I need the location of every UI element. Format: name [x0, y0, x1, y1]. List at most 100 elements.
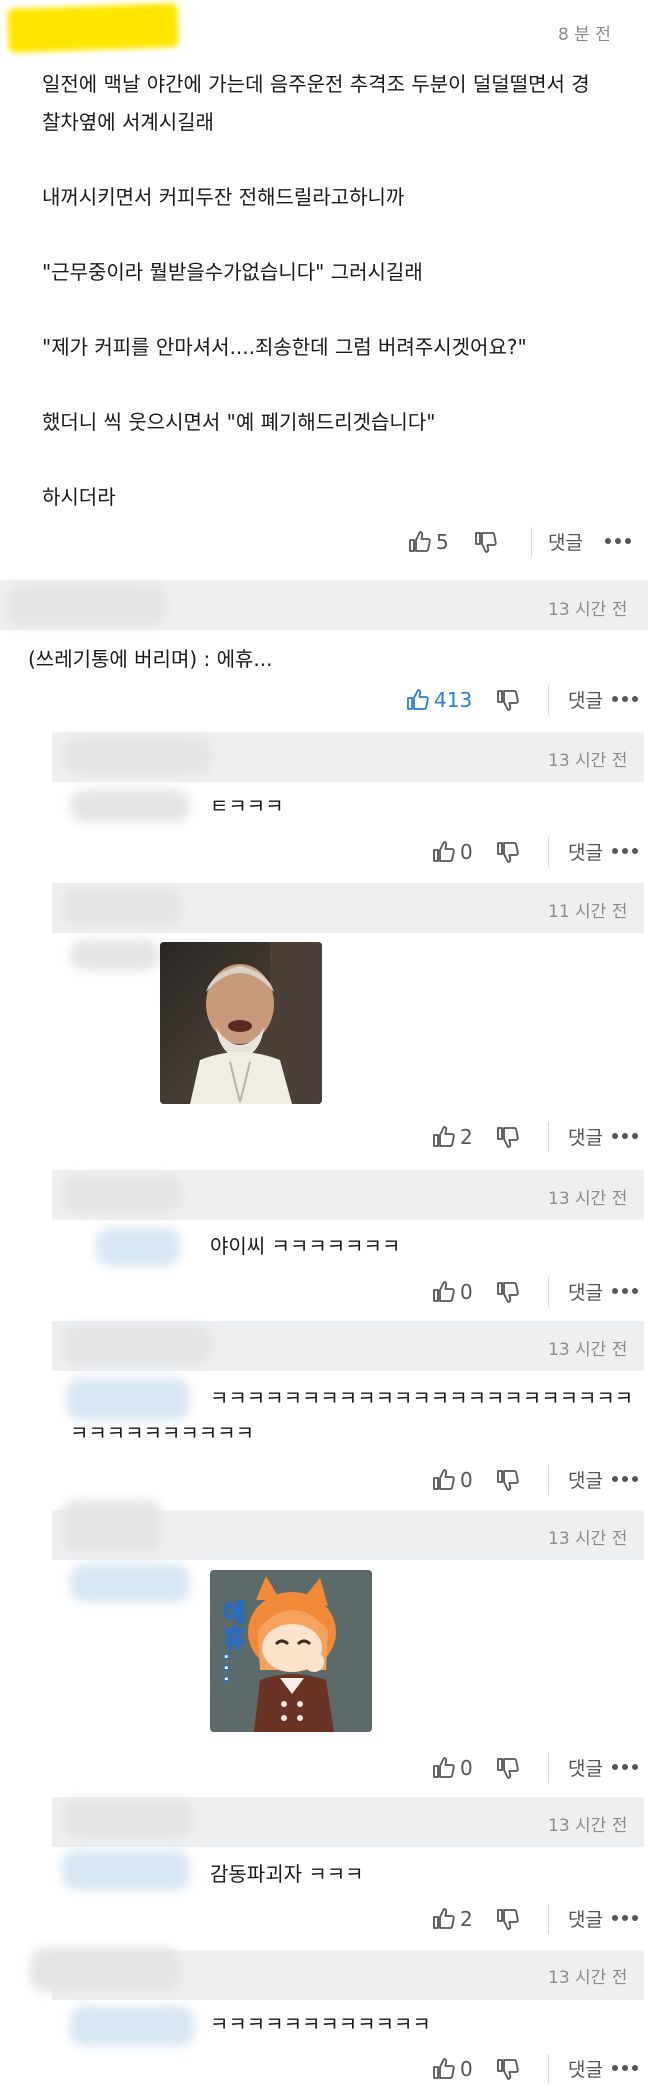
reply-timestamp: 11 시간 전 — [548, 902, 628, 922]
reply-timestamp: 13 시간 전 — [548, 1968, 628, 1988]
reply-button[interactable]: 댓글 — [548, 528, 583, 555]
thumbs-up-icon — [432, 2057, 456, 2081]
like-count: 0 — [460, 840, 473, 864]
comment-text-line: "근무중이라 뭘받을수가없습니다" 그러시길래 — [42, 260, 423, 284]
reply-actions: 2 댓글 — [0, 1120, 658, 1154]
like-button[interactable]: 2 — [432, 1902, 473, 1936]
like-button[interactable]: 413 — [406, 683, 472, 717]
like-count: 0 — [460, 1756, 473, 1780]
username-blurred — [62, 889, 182, 925]
like-button[interactable]: 5 — [408, 525, 449, 559]
more-dots-icon[interactable] — [612, 1476, 638, 1482]
reply-actions: 0 댓글 — [0, 835, 658, 869]
reply-text: 감동파괴자 ㅋㅋㅋ — [210, 1862, 364, 1886]
divider — [548, 837, 549, 867]
like-button[interactable]: 0 — [432, 1463, 473, 1497]
sticker-text: 에휴... — [217, 1599, 247, 1686]
more-dots-icon[interactable] — [612, 848, 638, 854]
thumbs-up-icon — [408, 530, 432, 554]
thumbs-up-icon — [432, 1468, 456, 1492]
thumbs-down-icon — [496, 1125, 520, 1149]
dislike-button[interactable] — [496, 1751, 520, 1785]
reply-actions: 0 댓글 — [0, 2052, 658, 2086]
divider — [548, 1904, 549, 1934]
avatar-blurred — [66, 1378, 190, 1420]
comment-actions: 5 댓글 — [0, 525, 658, 559]
more-dots-icon[interactable] — [612, 1288, 638, 1294]
reply-button[interactable]: 댓글 — [568, 1278, 603, 1305]
dislike-button[interactable] — [496, 835, 520, 869]
like-count: 2 — [460, 1907, 473, 1931]
comment-text-line: 하시더라 — [42, 485, 116, 509]
thumbs-up-icon — [432, 1907, 456, 1931]
dislike-button[interactable] — [496, 2052, 520, 2086]
thumbs-down-icon — [474, 530, 498, 554]
laughing-old-man-photo — [160, 942, 322, 1104]
divider — [531, 527, 532, 557]
username-blurred — [62, 1176, 182, 1212]
dislike-button[interactable] — [496, 1120, 520, 1154]
dislike-button[interactable] — [496, 1902, 520, 1936]
more-dots-icon[interactable] — [612, 1764, 638, 1770]
reply-button[interactable]: 댓글 — [568, 1754, 603, 1781]
thumbs-up-icon — [432, 1280, 456, 1304]
dislike-button[interactable] — [496, 1463, 520, 1497]
divider — [548, 2054, 549, 2084]
more-dots-icon[interactable] — [612, 1915, 638, 1921]
reply-button[interactable]: 댓글 — [568, 1466, 603, 1493]
more-dots-icon[interactable] — [612, 1133, 638, 1139]
avatar-blurred — [62, 1850, 190, 1890]
reply-text: 야이씨 ㅋㅋㅋㅋㅋㅋㅋ — [210, 1234, 401, 1258]
reply-button[interactable]: 댓글 — [568, 686, 603, 713]
like-button[interactable]: 0 — [432, 1275, 473, 1309]
reply-actions: 2 댓글 — [0, 1902, 658, 1936]
more-dots-icon[interactable] — [605, 538, 631, 544]
comment-text-line: 일전에 맥날 야간에 가는데 음주운전 추격조 두분이 덜덜떨면서 경 — [42, 72, 590, 96]
avatar-blurred — [96, 1228, 180, 1266]
username-blurred — [62, 1325, 212, 1365]
comment-text: (쓰레기통에 버리며) : 에휴... — [28, 647, 273, 671]
avatar-blurred — [70, 1564, 190, 1602]
avatar-blurred — [70, 790, 190, 822]
like-button[interactable]: 2 — [432, 1120, 473, 1154]
username-blurred — [30, 1948, 180, 1992]
reply-button[interactable]: 댓글 — [568, 2055, 603, 2082]
comment-timestamp: 13 시간 전 — [548, 600, 628, 620]
like-button[interactable]: 0 — [432, 2052, 473, 2086]
like-button[interactable]: 0 — [432, 1751, 473, 1785]
avatar-blurred — [70, 940, 160, 970]
thumbs-down-icon — [496, 1280, 520, 1304]
dislike-button[interactable] — [496, 1275, 520, 1309]
reply-actions: 0 댓글 — [0, 1751, 658, 1785]
thumbs-up-icon — [432, 1125, 456, 1149]
comment-text-line: 내꺼시키면서 커피두잔 전해드릴라고하니까 — [42, 185, 405, 209]
reply-button[interactable]: 댓글 — [568, 1905, 603, 1932]
dislike-button[interactable] — [496, 683, 520, 717]
fox-girl-sticker: 에휴... — [210, 1570, 372, 1732]
dislike-button[interactable] — [474, 525, 498, 559]
thumbs-down-icon — [496, 1907, 520, 1931]
reply-timestamp: 13 시간 전 — [548, 1189, 628, 1209]
like-count: 0 — [460, 2057, 473, 2081]
reply-actions: 0 댓글 — [0, 1275, 658, 1309]
thumbs-down-icon — [496, 1756, 520, 1780]
thumbs-up-icon — [432, 840, 456, 864]
reply-button[interactable]: 댓글 — [568, 1123, 603, 1150]
more-dots-icon[interactable] — [612, 696, 638, 702]
like-count: 5 — [436, 530, 449, 554]
thumbs-down-icon — [496, 688, 520, 712]
like-button[interactable]: 0 — [432, 835, 473, 869]
divider — [548, 1465, 549, 1495]
thumbs-down-icon — [496, 1468, 520, 1492]
comment-text-line: "제가 커피를 안마셔서....죄송한데 그럼 버려주시겟어요?" — [42, 335, 527, 359]
username-blurred — [62, 1800, 192, 1838]
thumbs-down-icon — [496, 2057, 520, 2081]
comment-text-line: 찰차옆에 서계시길래 — [42, 110, 214, 134]
thumbs-up-icon — [406, 688, 430, 712]
reply-text-line: ㅋㅋㅋㅋㅋㅋㅋㅋㅋㅋㅋㅋㅋㅋㅋㅋㅋㅋㅋㅋㅋㅋㅋ — [210, 1386, 634, 1410]
reply-actions: 0 댓글 — [0, 1463, 658, 1497]
divider — [548, 685, 549, 715]
like-count: 0 — [460, 1280, 473, 1304]
reply-button[interactable]: 댓글 — [568, 838, 603, 865]
more-dots-icon[interactable] — [612, 2065, 638, 2071]
